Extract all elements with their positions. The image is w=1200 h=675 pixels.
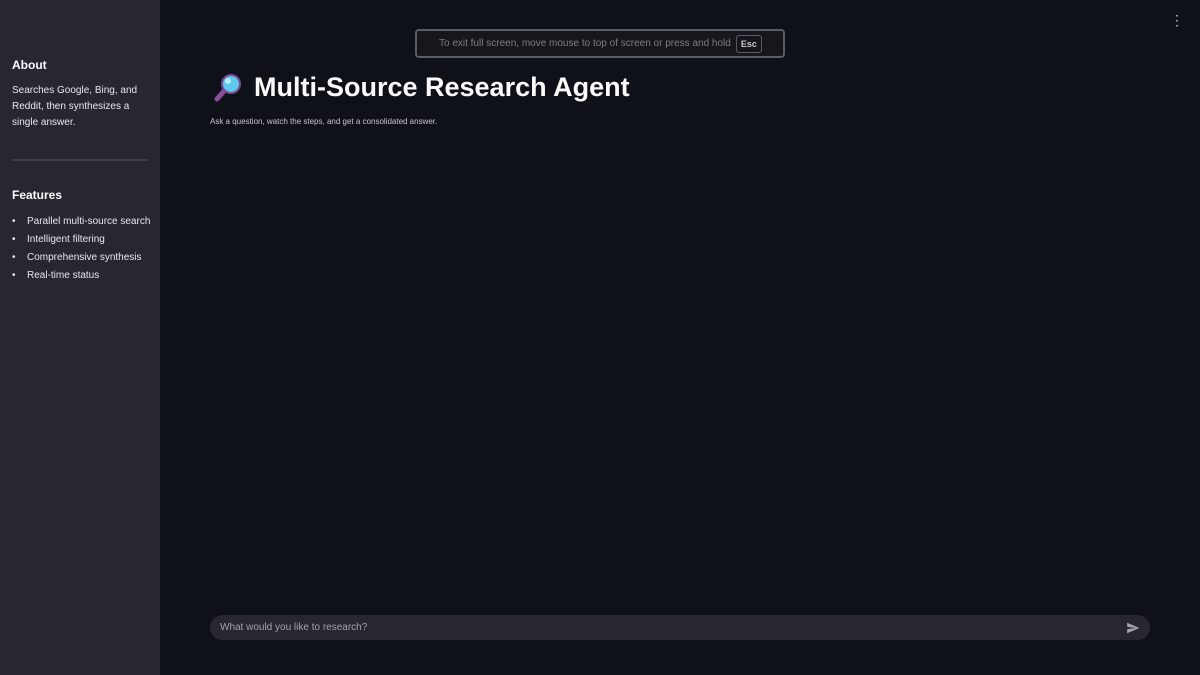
- list-item: Parallel multi-source search: [12, 214, 150, 232]
- list-item: Intelligent filtering: [12, 232, 150, 250]
- sidebar: About Searches Google, Bing, and Reddit,…: [0, 0, 160, 675]
- banner-text: To exit full screen, move mouse to top o…: [439, 38, 731, 49]
- subtitle: Ask a question, watch the steps, and get…: [210, 117, 438, 126]
- title-text: Multi-Source Research Agent: [254, 72, 630, 102]
- list-item: Comprehensive synthesis: [12, 250, 150, 268]
- esc-key: Esc: [735, 34, 762, 53]
- chat-input[interactable]: [220, 622, 1126, 633]
- features-list: Parallel multi-source search Intelligent…: [12, 214, 150, 286]
- divider: [12, 159, 148, 161]
- chat-input-bar: [210, 615, 1150, 640]
- magnifying-glass-icon: [214, 73, 241, 101]
- features-heading: Features: [12, 188, 63, 202]
- fullscreen-banner: To exit full screen, move mouse to top o…: [415, 29, 785, 58]
- page-title: Multi-Source Research Agent: [212, 72, 630, 103]
- about-heading: About: [12, 58, 47, 72]
- kebab-menu-icon[interactable]: ⋮: [1170, 12, 1184, 29]
- list-item: Real-time status: [12, 268, 150, 286]
- send-icon[interactable]: [1126, 621, 1140, 635]
- about-text: Searches Google, Bing, and Reddit, then …: [12, 85, 138, 128]
